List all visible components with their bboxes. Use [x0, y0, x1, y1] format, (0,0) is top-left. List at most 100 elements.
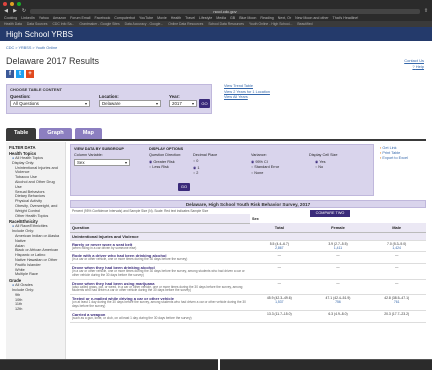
- male-column-header[interactable]: Male: [367, 223, 426, 233]
- ci-radio[interactable]: 95% CI: [251, 159, 267, 164]
- filter-title: FILTER DATA: [9, 145, 36, 150]
- female-value: —: [336, 265, 340, 270]
- race-checkbox[interactable]: Multiple Race: [9, 272, 62, 277]
- bookmark-item[interactable]: School Data Resources: [208, 22, 244, 26]
- bookmark-item[interactable]: Grantmaker - Google Sites: [79, 22, 119, 26]
- bookmark-item[interactable]: Travel: [185, 16, 195, 20]
- site-header: High School YRBS: [0, 27, 432, 41]
- forward-icon[interactable]: ▶: [12, 9, 18, 14]
- cell-size-no-radio[interactable]: No: [315, 165, 323, 169]
- bookmark-item[interactable]: Online Data Resources: [168, 22, 203, 26]
- get-link-link[interactable]: Get Link: [380, 146, 397, 150]
- bookmark-item[interactable]: YouTube: [139, 16, 153, 20]
- decimal-0-radio[interactable]: 0: [193, 159, 198, 163]
- topic-checkbox[interactable]: Other Health Topics: [9, 214, 62, 219]
- question-select[interactable]: All Questions ▾: [10, 100, 90, 107]
- back-icon[interactable]: ◀: [3, 9, 9, 14]
- decimal-1-radio[interactable]: 1: [193, 165, 199, 170]
- page-title: Delaware 2017 Results: [6, 56, 100, 66]
- breadcrumb[interactable]: CDC > YRBSS > Youth Online: [6, 46, 57, 50]
- bookmark-item[interactable]: That's Headline!: [333, 16, 359, 20]
- year-label: Year:: [169, 94, 180, 99]
- facebook-icon[interactable]: f: [6, 70, 14, 78]
- bookmark-item[interactable]: Health: [171, 16, 181, 20]
- bookmark-item[interactable]: Data Accuracy - Google...: [125, 22, 164, 26]
- topic-checkbox[interactable]: Unintentional Injuries and Violence: [9, 166, 62, 176]
- question-subtext: (in a car or other vehicle, one or more …: [72, 269, 245, 277]
- browser-chrome: ◀ ▶ ↻ nccd.cdc.gov ⇪ Cooking LinkedIn Yaho…: [0, 0, 432, 21]
- maximize-window-icon[interactable]: [17, 2, 21, 6]
- bookmark-item[interactable]: Data Sources: [27, 22, 48, 26]
- bookmark-item[interactable]: Media: [216, 16, 226, 20]
- location-select[interactable]: Delaware ▾: [99, 100, 161, 107]
- tab-table[interactable]: Table: [6, 128, 37, 139]
- compare-two-button[interactable]: COMPARE TWO: [310, 210, 350, 217]
- bookmark-item[interactable]: New Moon and other: [295, 16, 328, 20]
- tab-graph[interactable]: Graph: [39, 128, 72, 139]
- male-cell: 42.8 (38.5–47.1) 761: [367, 294, 426, 311]
- site-title[interactable]: High School YRBS: [6, 30, 73, 39]
- bookmark-item[interactable]: Forum Email: [70, 16, 90, 20]
- year-select[interactable]: 2017 ▾: [169, 100, 197, 107]
- social-share: f t +: [6, 70, 34, 78]
- add-share-icon[interactable]: +: [26, 70, 34, 78]
- race-checkbox[interactable]: Native Hawaiian or Other Pacific Islande…: [9, 258, 62, 268]
- standard-error-radio[interactable]: Standard Error: [251, 165, 279, 169]
- bookmark-item[interactable]: CDC Info Sa...: [52, 22, 74, 26]
- bookmark-item[interactable]: Movie: [157, 16, 167, 20]
- tab-map[interactable]: Map: [74, 128, 102, 139]
- share-icon[interactable]: ⇪: [423, 9, 429, 14]
- total-column-header[interactable]: Total: [250, 223, 309, 233]
- section-row: Unintentional Injuries and Violence: [70, 232, 426, 241]
- bookmark-item[interactable]: Yahoo: [39, 16, 49, 20]
- question-cell: Rarely or never wore a seat belt (when ri…: [70, 240, 250, 253]
- greater-risk-radio[interactable]: Greater Risk: [149, 159, 174, 164]
- bookmark-item[interactable]: Lifestyle: [199, 16, 212, 20]
- question-label: Question:: [10, 94, 31, 99]
- close-window-icon[interactable]: [3, 2, 7, 6]
- topic-checkbox[interactable]: Alcohol and Other Drug Use: [9, 180, 62, 190]
- bookmark-item[interactable]: Blue Moon: [239, 16, 256, 20]
- female-sample-size: 1,411: [333, 245, 343, 250]
- bookmark-item[interactable]: Reading: [260, 16, 273, 20]
- female-cell: —: [308, 251, 368, 265]
- male-sample-size: 761: [393, 300, 400, 305]
- bookmark-item[interactable]: Next, Or: [278, 16, 291, 20]
- cell-size-yes-radio[interactable]: Yes: [315, 159, 325, 164]
- topic-checkbox[interactable]: Obesity, Overweight, and Weight Control: [9, 204, 62, 214]
- help-link[interactable]: ? Help: [404, 64, 424, 70]
- twitter-icon[interactable]: t: [16, 70, 24, 78]
- female-cell: 47.1 (42.4–51.9) 756: [308, 294, 368, 311]
- reload-icon[interactable]: ↻: [21, 9, 27, 14]
- bookmark-item[interactable]: Facebook: [94, 16, 110, 20]
- female-sample-size: 756: [335, 300, 341, 305]
- bookmark-item[interactable]: Amazon: [53, 16, 66, 20]
- choose-go-button[interactable]: GO: [199, 99, 210, 108]
- bookmark-item[interactable]: GB: [230, 16, 235, 20]
- race-list: American Indian or Alaska Native Asian Bla…: [9, 234, 62, 277]
- bookmark-item[interactable]: Health Data: [4, 22, 22, 26]
- decimal-2-radio[interactable]: 2: [193, 171, 198, 175]
- question-cell: Carried a weapon (such as a gun, knife, o…: [70, 310, 250, 323]
- male-cell: 20.3 (17.7–23.2): [367, 310, 426, 323]
- total-cell: 5.5 (4.4–6.7) 2,867: [250, 240, 309, 253]
- all-years-link[interactable]: View All Years: [224, 95, 270, 101]
- address-bar[interactable]: nccd.cdc.gov: [30, 9, 420, 14]
- variance-none-radio[interactable]: None: [251, 171, 263, 175]
- minimize-window-icon[interactable]: [10, 2, 14, 6]
- bookmark-item[interactable]: LinkedIn: [21, 16, 35, 20]
- bookmark-item[interactable]: Computerbot: [114, 16, 135, 20]
- export-excel-link[interactable]: Export to Excel: [380, 156, 408, 160]
- bookmark-item[interactable]: Cooking: [4, 16, 17, 20]
- female-column-header[interactable]: Female: [308, 223, 368, 233]
- bookmark-item[interactable]: Beautified: [297, 22, 312, 26]
- contact-links: Contact Us ? Help: [404, 58, 424, 70]
- total-cell: 45.9 (42.3–49.6) 1,537: [250, 294, 309, 311]
- print-table-link[interactable]: Print Table: [380, 151, 400, 155]
- less-risk-radio[interactable]: Less Risk: [149, 165, 168, 169]
- race-checkbox[interactable]: American Indian or Alaska Native: [9, 234, 62, 244]
- display-go-button[interactable]: GO: [178, 183, 190, 191]
- grade-checkbox[interactable]: 12th: [9, 307, 62, 312]
- column-variable-select[interactable]: Sex ▾: [74, 159, 130, 166]
- bookmark-item[interactable]: Youth Online - High School...: [249, 22, 292, 26]
